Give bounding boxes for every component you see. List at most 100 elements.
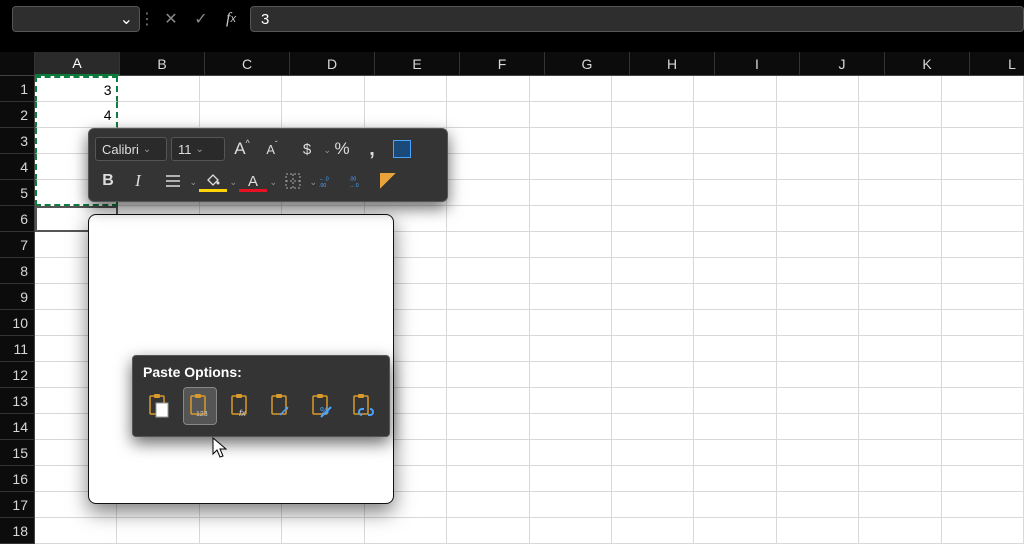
cell-L18[interactable]: [942, 518, 1024, 544]
cell-H4[interactable]: [612, 154, 694, 180]
cell-K16[interactable]: [859, 466, 941, 492]
cell-K2[interactable]: [859, 102, 941, 128]
cell-I15[interactable]: [694, 440, 776, 466]
cell-K1[interactable]: [859, 76, 941, 102]
column-header-G[interactable]: G: [545, 52, 630, 76]
cell-L1[interactable]: [942, 76, 1024, 102]
cell-G8[interactable]: [530, 258, 612, 284]
cell-K15[interactable]: [859, 440, 941, 466]
cell-H10[interactable]: [612, 310, 694, 336]
cell-J12[interactable]: [777, 362, 859, 388]
cell-G12[interactable]: [530, 362, 612, 388]
cell-K10[interactable]: [859, 310, 941, 336]
paste-formulas-button[interactable]: fx: [224, 388, 257, 424]
paste-formatting-button[interactable]: %: [306, 388, 339, 424]
cell-G7[interactable]: [530, 232, 612, 258]
cell-F12[interactable]: [447, 362, 529, 388]
cell-H17[interactable]: [612, 492, 694, 518]
cell-I8[interactable]: [694, 258, 776, 284]
cell-C18[interactable]: [200, 518, 282, 544]
format-painter-button[interactable]: [375, 168, 401, 194]
cell-J11[interactable]: [777, 336, 859, 362]
cell-J13[interactable]: [777, 388, 859, 414]
conditional-format-button[interactable]: [389, 136, 415, 162]
cell-I13[interactable]: [694, 388, 776, 414]
cell-H1[interactable]: [612, 76, 694, 102]
row-header-1[interactable]: 1: [0, 76, 35, 102]
cell-E1[interactable]: [365, 76, 447, 102]
cell-H12[interactable]: [612, 362, 694, 388]
row-header-9[interactable]: 9: [0, 284, 35, 310]
cell-F2[interactable]: [447, 102, 529, 128]
borders-button[interactable]: ⌄: [275, 168, 311, 194]
cell-F8[interactable]: [447, 258, 529, 284]
cell-K8[interactable]: [859, 258, 941, 284]
cell-F7[interactable]: [447, 232, 529, 258]
cell-G10[interactable]: [530, 310, 612, 336]
decrease-font-button[interactable]: Aˇ: [259, 136, 285, 162]
cell-K11[interactable]: [859, 336, 941, 362]
enter-formula-button[interactable]: ✓: [190, 8, 212, 30]
cell-J16[interactable]: [777, 466, 859, 492]
column-header-F[interactable]: F: [460, 52, 545, 76]
row-header-4[interactable]: 4: [0, 154, 35, 180]
font-name-select[interactable]: Calibri⌄: [95, 137, 167, 161]
cell-F9[interactable]: [447, 284, 529, 310]
cell-F14[interactable]: [447, 414, 529, 440]
cell-L6[interactable]: [942, 206, 1024, 232]
cell-G18[interactable]: [530, 518, 612, 544]
cell-F4[interactable]: [447, 154, 529, 180]
cell-I14[interactable]: [694, 414, 776, 440]
formula-bar[interactable]: 3: [250, 6, 1024, 32]
align-button[interactable]: ⌄: [155, 168, 191, 194]
cell-G17[interactable]: [530, 492, 612, 518]
cell-L12[interactable]: [942, 362, 1024, 388]
cell-G11[interactable]: [530, 336, 612, 362]
cell-H14[interactable]: [612, 414, 694, 440]
cell-F15[interactable]: [447, 440, 529, 466]
column-header-B[interactable]: B: [120, 52, 205, 76]
comma-format-button[interactable]: ,: [359, 136, 385, 162]
cell-H6[interactable]: [612, 206, 694, 232]
cell-G6[interactable]: [530, 206, 612, 232]
cell-H5[interactable]: [612, 180, 694, 206]
cell-I9[interactable]: [694, 284, 776, 310]
cell-J9[interactable]: [777, 284, 859, 310]
cell-G1[interactable]: [530, 76, 612, 102]
row-header-6[interactable]: 6: [0, 206, 35, 232]
cell-J14[interactable]: [777, 414, 859, 440]
cell-I3[interactable]: [694, 128, 776, 154]
cell-K14[interactable]: [859, 414, 941, 440]
row-header-18[interactable]: 18: [0, 518, 35, 544]
cell-I1[interactable]: [694, 76, 776, 102]
cell-J6[interactable]: [777, 206, 859, 232]
name-box[interactable]: ⌄: [12, 6, 140, 32]
row-header-2[interactable]: 2: [0, 102, 35, 128]
cell-I4[interactable]: [694, 154, 776, 180]
cell-I2[interactable]: [694, 102, 776, 128]
row-header-11[interactable]: 11: [0, 336, 35, 362]
cell-K13[interactable]: [859, 388, 941, 414]
increase-decimal-button[interactable]: ←.0.00: [315, 168, 341, 194]
cell-G4[interactable]: [530, 154, 612, 180]
decrease-decimal-button[interactable]: .00→.0: [345, 168, 371, 194]
row-header-5[interactable]: 5: [0, 180, 35, 206]
row-header-8[interactable]: 8: [0, 258, 35, 284]
percent-format-button[interactable]: %: [329, 136, 355, 162]
cell-G13[interactable]: [530, 388, 612, 414]
cell-L4[interactable]: [942, 154, 1024, 180]
cell-H3[interactable]: [612, 128, 694, 154]
cell-I11[interactable]: [694, 336, 776, 362]
cell-F3[interactable]: [447, 128, 529, 154]
cell-B18[interactable]: [117, 518, 199, 544]
column-header-H[interactable]: H: [630, 52, 715, 76]
cell-L16[interactable]: [942, 466, 1024, 492]
cell-K7[interactable]: [859, 232, 941, 258]
cell-L2[interactable]: [942, 102, 1024, 128]
cell-L5[interactable]: [942, 180, 1024, 206]
italic-button[interactable]: I: [125, 168, 151, 194]
cell-G2[interactable]: [530, 102, 612, 128]
cell-F5[interactable]: [447, 180, 529, 206]
cell-I17[interactable]: [694, 492, 776, 518]
cell-H8[interactable]: [612, 258, 694, 284]
